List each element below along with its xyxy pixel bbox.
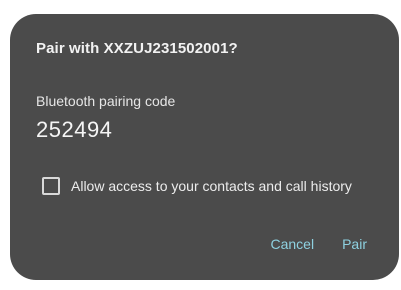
contacts-access-label[interactable]: Allow access to your contacts and call h… — [71, 178, 352, 194]
contacts-access-checkbox[interactable] — [42, 177, 60, 195]
dialog-title: Pair with XXZUJ231502001? — [36, 40, 238, 57]
cancel-button[interactable]: Cancel — [271, 236, 315, 252]
bluetooth-pair-dialog: Pair with XXZUJ231502001? Bluetooth pair… — [10, 14, 399, 280]
contacts-access-option[interactable]: Allow access to your contacts and call h… — [42, 176, 352, 196]
pairing-code-label: Bluetooth pairing code — [36, 93, 176, 109]
pair-button[interactable]: Pair — [342, 236, 367, 252]
pairing-code-value: 252494 — [36, 117, 113, 142]
dialog-actions: Cancel Pair — [271, 236, 368, 252]
